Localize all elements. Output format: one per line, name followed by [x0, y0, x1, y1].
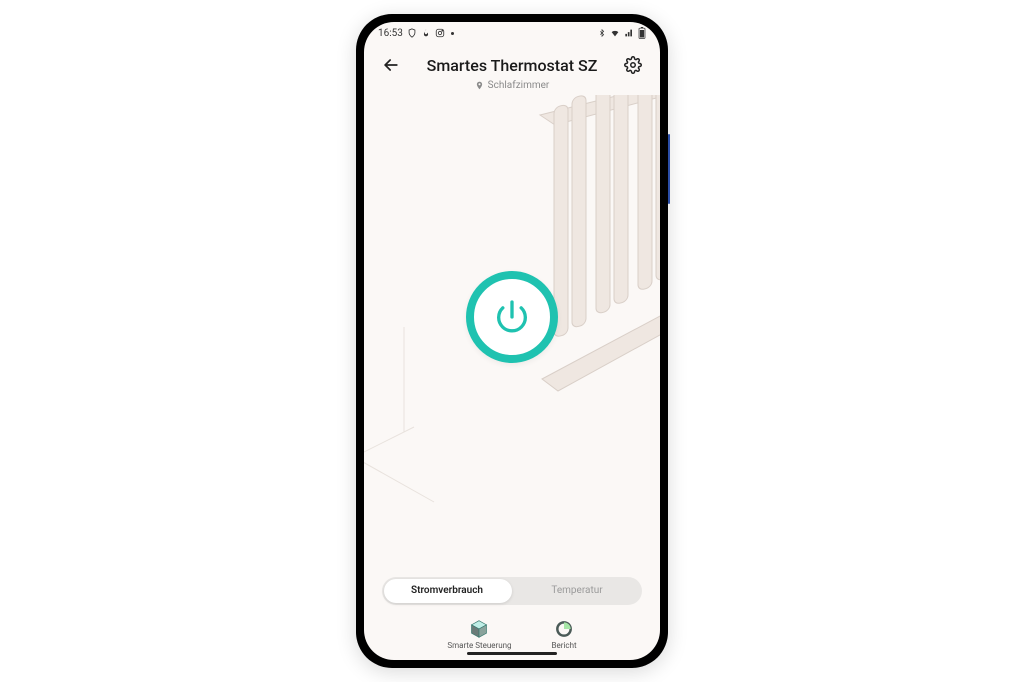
- segment-temperatur[interactable]: Temperatur: [512, 577, 642, 605]
- battery-icon: [638, 27, 646, 39]
- location-pin-icon: [475, 81, 484, 90]
- status-dot: [451, 32, 454, 35]
- room-row: Schlafzimmer: [364, 80, 660, 95]
- segment-stromverbrauch[interactable]: Stromverbrauch: [382, 577, 512, 605]
- status-time: 16:53: [378, 28, 403, 39]
- room-label: Schlafzimmer: [488, 80, 550, 91]
- instagram-icon: [435, 28, 445, 38]
- screen: 16:53: [364, 22, 660, 660]
- phone-frame: 16:53: [356, 14, 668, 668]
- bluetooth-icon: [598, 28, 606, 38]
- status-bar: 16:53: [364, 22, 660, 44]
- tab-bericht[interactable]: Bericht: [552, 619, 577, 650]
- flame-icon: [421, 28, 431, 38]
- wall-illustration: [364, 327, 444, 507]
- tab-smarte-steuerung[interactable]: Smarte Steuerung: [447, 619, 511, 650]
- app-header: Smartes Thermostat SZ: [364, 44, 660, 80]
- pie-chart-icon: [554, 619, 574, 639]
- tab-label: Bericht: [552, 641, 577, 650]
- tab-label: Smarte Steuerung: [447, 641, 511, 650]
- shield-icon: [407, 28, 417, 38]
- cube-icon: [469, 619, 489, 639]
- hero-area: [364, 95, 660, 577]
- wifi-icon: [609, 28, 621, 38]
- page-title: Smartes Thermostat SZ: [404, 56, 620, 75]
- back-button[interactable]: [378, 52, 404, 78]
- home-indicator[interactable]: [467, 652, 557, 655]
- segment-control[interactable]: Stromverbrauch Temperatur: [382, 577, 642, 605]
- settings-button[interactable]: [620, 52, 646, 78]
- power-icon: [492, 297, 532, 337]
- power-button[interactable]: [466, 271, 558, 363]
- signal-icon: [624, 28, 635, 38]
